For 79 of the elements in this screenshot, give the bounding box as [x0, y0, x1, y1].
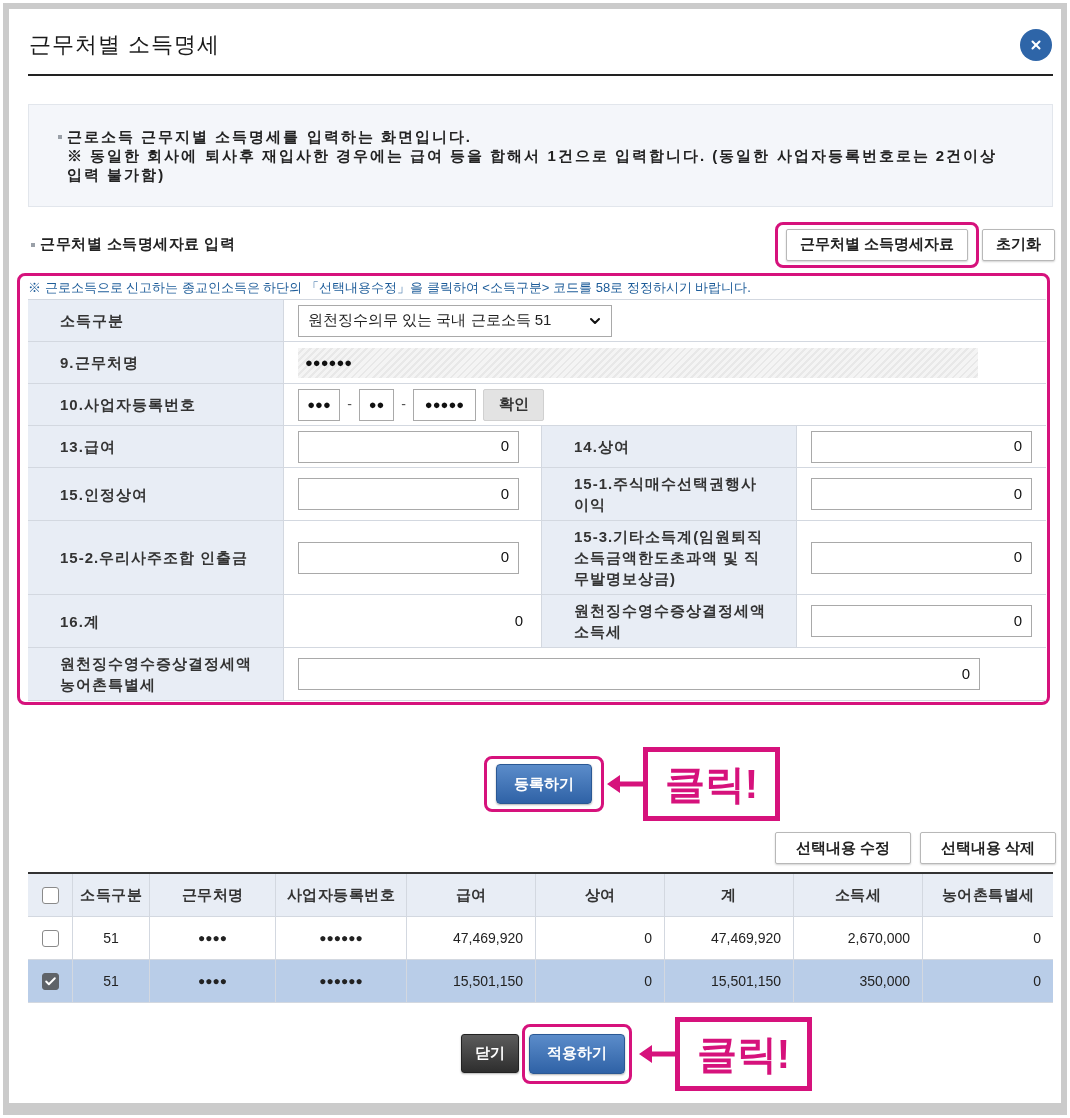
- column-header: 계: [665, 874, 794, 916]
- action-button[interactable]: 선택내용 삭제: [920, 832, 1056, 864]
- total-value: 0: [514, 610, 523, 631]
- notice-text: ※ 동일한 회사에 퇴사후 재입사한 경우에는 급여 등을 합해서 1건으로 입력합니다. (동일한 사업자등록번호로는 2건이상 입력 불가함): [67, 146, 999, 184]
- table-cell-text: ●●●●●●: [319, 973, 363, 990]
- confirm-button[interactable]: 확인: [483, 388, 544, 421]
- number-input[interactable]: ●●●: [298, 388, 340, 421]
- dash-separator: -: [400, 395, 407, 414]
- column-header: 근무처명: [150, 874, 276, 916]
- notice-text: 근로소득 근무지별 소득명세를 입력하는 화면입니다.: [67, 127, 473, 146]
- field-label: 원천징수영수증상결정세액소득세: [541, 595, 797, 647]
- column-header: 소득세: [794, 874, 923, 916]
- table-cell-text: 0: [644, 971, 652, 991]
- left-arrow-icon: [607, 774, 643, 794]
- field-label: 소득구분: [28, 300, 284, 341]
- left-arrow-icon: [639, 1043, 675, 1064]
- table-cell-text: ●●●●●●: [319, 930, 363, 947]
- field-label: 15-3.기타소득계(임원퇴직소득금액한도초과액 및 직무발명보상금): [541, 521, 797, 594]
- table-row[interactable]: 51 ●●●● ●●●●●● 47,469,920 0 47,469,920 2,670,000 0: [28, 917, 1053, 960]
- bullet-icon: [31, 242, 35, 247]
- field-label: 15-1.주식매수선택권행사이익: [541, 468, 797, 520]
- column-header: 급여: [407, 874, 536, 916]
- table-cell-text: 15,501,150: [452, 971, 523, 991]
- table-cell-text: ●●●●: [198, 973, 227, 990]
- action-button[interactable]: 초기화: [982, 228, 1055, 261]
- income-type-select[interactable]: 원천징수의무 있는 국내 근로소득 51: [298, 304, 612, 337]
- callout-label: 클릭!: [643, 747, 780, 821]
- window-title: 근무처별 소득명세: [28, 31, 221, 59]
- amount-input[interactable]: 0: [298, 430, 519, 463]
- column-header: 소득구분: [73, 874, 150, 916]
- readonly-field: ●●●●●●: [298, 347, 978, 378]
- field-label: 13.급여: [28, 426, 284, 467]
- field-label: 10.사업자등록번호: [28, 384, 284, 425]
- table-cell-text: 0: [1033, 928, 1041, 948]
- table-row[interactable]: 51 ●●●● ●●●●●● 15,501,150 0 15,501,150 350,000 0: [28, 960, 1053, 1003]
- table-cell-text: 51: [103, 928, 119, 948]
- section-title: 근무처별 소득명세자료 입력: [40, 234, 236, 255]
- column-header: 상여: [536, 874, 665, 916]
- notice-text: ※ 근로소득으로 신고하는 종교인소득은 하단의 「선택내용수정」을 클릭하여 <소득구분> 코드를 58로 정정하시기 바랍니다.: [28, 278, 751, 297]
- table-cell-text: 51: [103, 971, 119, 991]
- amount-input[interactable]: 0: [811, 605, 1032, 637]
- amount-input[interactable]: 0: [811, 541, 1032, 574]
- close-icon: [1029, 37, 1043, 52]
- field-label: 14.상여: [541, 426, 797, 467]
- column-header: 사업자등록번호: [276, 874, 407, 916]
- action-button[interactable]: 근무처별 소득명세자료: [785, 228, 968, 261]
- table-cell-text: 47,469,920: [710, 928, 781, 948]
- checkbox[interactable]: [41, 929, 59, 947]
- callout-label: 클릭!: [675, 1016, 812, 1091]
- number-input[interactable]: ●●: [359, 388, 394, 421]
- close-dialog-button[interactable]: 닫기: [461, 1034, 519, 1073]
- register-button[interactable]: 등록하기: [496, 764, 592, 804]
- bullet-icon: [58, 135, 62, 139]
- table-cell-text: ●●●●: [198, 930, 227, 947]
- checkbox[interactable]: [41, 972, 59, 990]
- check-icon: [43, 974, 57, 988]
- table-cell-text: 15,501,150: [710, 971, 781, 991]
- field-label: 15-2.우리사주조합 인출금: [28, 521, 284, 594]
- table-cell-text: 350,000: [859, 971, 910, 991]
- amount-input[interactable]: 0: [811, 430, 1032, 463]
- amount-input[interactable]: 0: [811, 478, 1032, 510]
- amount-input[interactable]: 0: [298, 478, 519, 510]
- field-label: 9.근무처명: [28, 342, 284, 383]
- table-cell-text: 0: [644, 928, 652, 948]
- apply-button[interactable]: 적용하기: [529, 1033, 625, 1074]
- action-button[interactable]: 선택내용 수정: [775, 832, 911, 864]
- field-label: 15.인정상여: [28, 468, 284, 520]
- table-cell-text: 2,670,000: [847, 928, 910, 948]
- amount-input[interactable]: 0: [298, 541, 519, 574]
- field-label: 16.계: [28, 595, 284, 647]
- close-button[interactable]: [1020, 28, 1052, 61]
- checkbox[interactable]: [41, 886, 59, 904]
- number-input[interactable]: ●●●●●: [413, 388, 476, 421]
- dash-separator: -: [346, 395, 353, 414]
- table-cell-text: 0: [1033, 971, 1041, 991]
- amount-input[interactable]: 0: [298, 658, 980, 690]
- table-cell-text: 47,469,920: [452, 928, 523, 948]
- column-header: 농어촌특별세: [940, 884, 1036, 905]
- field-label: 원천징수영수증상결정세액농어촌특별세: [28, 648, 284, 700]
